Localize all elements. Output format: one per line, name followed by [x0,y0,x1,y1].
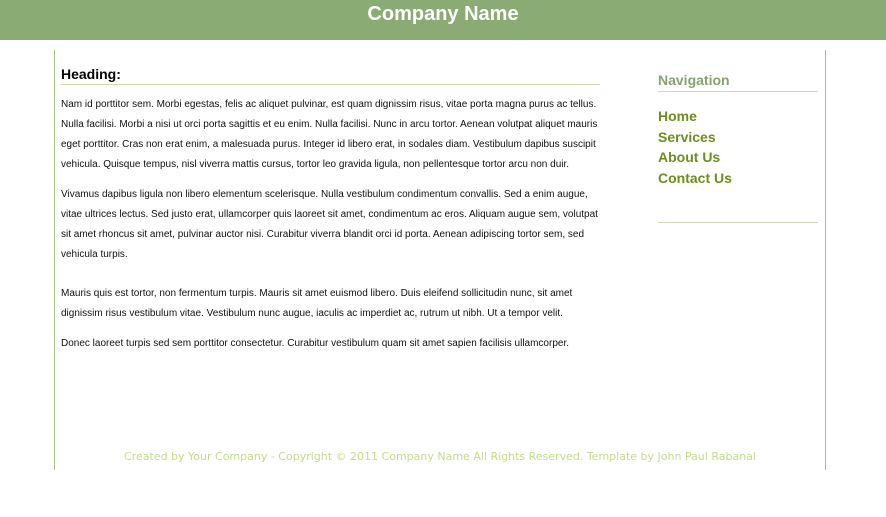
nav-link-services[interactable]: Services [658,127,818,148]
nav-link-contact-us[interactable]: Contact Us [658,168,818,189]
nav-link-about-us[interactable]: About Us [658,147,818,168]
paragraph-2: Vivamus dapibus ligula non libero elemen… [61,189,598,260]
nav-item-services: Services [658,127,818,148]
nav-list: Home Services About Us Contact Us [658,106,818,188]
paragraph-1: Nam id porttitor sem. Morbi egestas, fel… [61,99,598,170]
main-content: Heading: Nam id porttitor sem. Morbi ege… [61,66,600,354]
site-title: Company Name [367,2,519,25]
site-header: Company Name [0,0,886,40]
nav-item-about-us: About Us [658,147,818,168]
nav-divider [658,222,818,223]
nav-item-contact-us: Contact Us [658,168,818,189]
paragraph-4: Donec laoreet turpis sed sem porttitor c… [61,338,570,349]
nav-title: Navigation [658,72,818,92]
paragraph-3: Mauris quis est tortor, non fermentum tu… [61,288,573,319]
sidebar: Navigation Home Services About Us Contac… [658,72,818,231]
content-heading: Heading: [61,66,600,85]
nav-item-home: Home [658,106,818,127]
nav-link-home[interactable]: Home [658,106,818,127]
footer-credits: Created by Your Company - Copyright © 20… [124,450,756,463]
content-container: Heading: Nam id porttitor sem. Morbi ege… [54,50,826,470]
